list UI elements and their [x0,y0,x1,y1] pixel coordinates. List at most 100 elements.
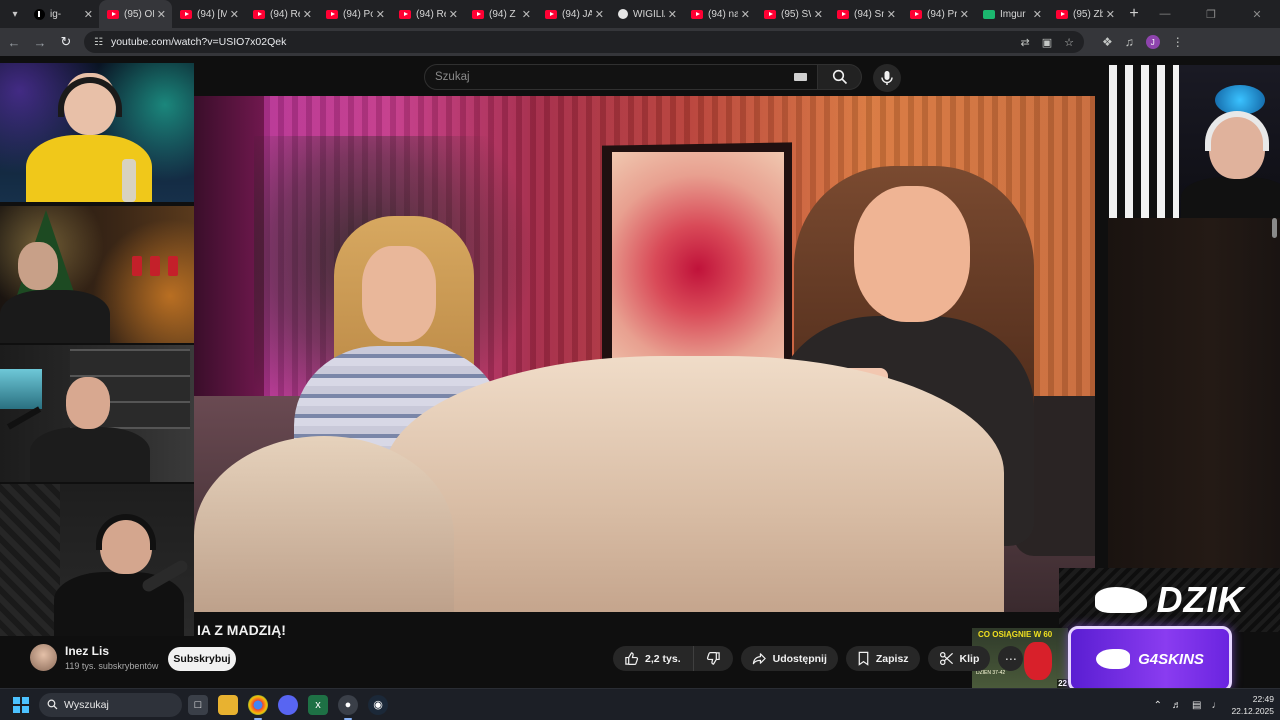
close-tab-icon[interactable]: ✕ [376,8,385,21]
globe-icon [618,9,628,19]
close-tab-icon[interactable]: ✕ [157,8,166,21]
media-controls-icon[interactable]: ♫ [1125,35,1134,49]
discord-icon[interactable] [278,694,298,715]
share-icon [752,653,766,665]
channel-avatar[interactable] [30,644,57,671]
close-tab-icon[interactable]: ✕ [84,8,93,21]
bookmark-star-icon[interactable]: ☆ [1064,36,1074,49]
close-tab-icon[interactable]: ✕ [595,8,604,21]
obs-icon[interactable]: ● [338,694,358,720]
clock[interactable]: 22:49 22.12.2025 [1231,693,1274,717]
url-text: youtube.com/watch?v=USIO7x02Qek [110,36,287,48]
maximize-icon[interactable]: ❐ [1188,0,1234,28]
clip-button[interactable]: Klip [927,646,991,671]
youtube-masthead [194,56,1110,96]
clock-date: 22.12.2025 [1231,706,1274,716]
browser-tab[interactable]: (94) naj✕ [683,0,756,28]
dislike-button[interactable] [693,646,733,671]
close-tab-icon[interactable]: ✕ [1033,8,1042,21]
forward-button[interactable]: → [28,30,52,54]
imgur-icon [983,9,995,19]
search-icon [832,69,847,85]
tray-volume-icon[interactable]: ♩ [1211,700,1221,711]
browser-tab[interactable]: WIGILIA✕ [610,0,683,28]
taskbar-search[interactable]: Wyszukaj [39,692,182,717]
close-tab-icon[interactable]: ✕ [230,8,239,21]
browser-tab[interactable]: (94) Sm✕ [829,0,902,28]
browser-tab[interactable]: (95) OD✕ [99,0,172,28]
minimize-icon[interactable]: — [1142,0,1188,28]
browser-tab[interactable]: Imgur ✕ [975,0,1048,28]
youtube-icon [545,9,557,19]
address-bar[interactable]: ☷ youtube.com/watch?v=USIO7x02Qek ⇄ ▣ ☆ [84,31,1084,53]
close-tab-icon[interactable]: ✕ [449,8,458,21]
subscribe-button[interactable]: Subskrybuj [168,647,236,671]
tab-title: (95) Zb [1073,8,1103,20]
tray-mic-icon[interactable]: ♬ [1172,700,1182,711]
tray-network-icon[interactable]: ▤ [1192,700,1201,711]
search-button[interactable] [818,64,862,90]
share-button[interactable]: Udostępnij [740,646,838,671]
tray-overflow-icon[interactable]: ⌃ [1154,700,1162,711]
browser-tab[interactable]: (94) Re✕ [391,0,464,28]
close-tab-icon[interactable]: ✕ [668,8,677,21]
file-explorer-icon[interactable] [218,694,238,715]
close-tab-icon[interactable]: ✕ [741,8,750,21]
close-tab-icon[interactable]: ✕ [814,8,823,21]
youtube-icon [764,9,776,19]
browser-tab[interactable]: (94) Z M✕ [464,0,537,28]
task-view-icon[interactable]: □ [188,694,208,715]
tab-search-menu-icon[interactable]: ▾ [4,4,26,24]
left-woman-face [362,246,436,342]
browser-tab[interactable]: (94) [M ✕ [172,0,245,28]
browser-menu-icon[interactable]: ⋮ [1172,35,1184,49]
save-button[interactable]: Zapisz [845,646,920,671]
site-settings-icon[interactable]: ☷ [94,37,103,48]
browser-tab[interactable]: ig- ✕ [26,0,99,28]
close-tab-icon[interactable]: ✕ [303,8,312,21]
gradient-poster [612,152,784,386]
browser-tab[interactable]: (94) JA ✕ [537,0,610,28]
extensions-icon[interactable]: ❖ [1102,35,1113,49]
scissors-icon [939,651,953,666]
chrome-icon[interactable] [248,694,268,720]
close-tab-icon[interactable]: ✕ [1106,8,1115,21]
channel-info: Inez Lis 119 tys. subskrybentów [30,644,158,671]
keyboard-icon[interactable] [794,73,807,81]
tab-title: (94) Re [416,8,446,20]
thumbnail-caption: CO OSIĄGNIE W 60 [978,630,1053,639]
voice-search-button[interactable] [873,64,901,92]
excel-icon[interactable]: x [308,694,328,715]
browser-tab[interactable]: (94) Po ✕ [318,0,391,28]
tab-title: ig- [50,8,62,20]
close-window-icon[interactable]: ✕ [1234,0,1280,28]
search-icon [47,699,58,710]
browser-tab[interactable]: (94) Pr ✕ [902,0,975,28]
tab-title: (94) Po [343,8,373,20]
search-input[interactable] [435,71,735,83]
video-title: IA Z MADZIĄ! [197,622,286,638]
like-button[interactable]: 2,2 tys. [613,646,694,671]
santa-figure [1024,642,1052,680]
save-label: Zapisz [875,652,909,665]
steam-icon[interactable]: ◉ [368,694,388,715]
close-tab-icon[interactable]: ✕ [960,8,969,21]
cast-icon[interactable]: ▣ [1042,36,1052,49]
windows-start-icon[interactable] [13,696,29,713]
browser-tab[interactable]: (95) Zb ✕ [1048,0,1121,28]
back-button[interactable]: ← [2,30,26,54]
translate-icon[interactable]: ⇄ [1021,36,1030,49]
video-player[interactable] [194,96,1095,612]
page-scrollbar[interactable] [1272,218,1277,238]
profile-avatar[interactable]: J [1145,35,1160,49]
reload-button[interactable]: ↻ [54,30,78,54]
browser-tab[interactable]: (95) ŚW✕ [756,0,829,28]
webcam-christmas-room [0,206,194,343]
clip-label: Klip [959,652,980,665]
more-actions-button[interactable]: ⋯ [998,646,1024,671]
close-tab-icon[interactable]: ✕ [522,8,531,21]
channel-name[interactable]: Inez Lis [65,644,158,658]
close-tab-icon[interactable]: ✕ [887,8,896,21]
youtube-icon [399,9,411,19]
browser-tab[interactable]: (94) Re✕ [245,0,318,28]
